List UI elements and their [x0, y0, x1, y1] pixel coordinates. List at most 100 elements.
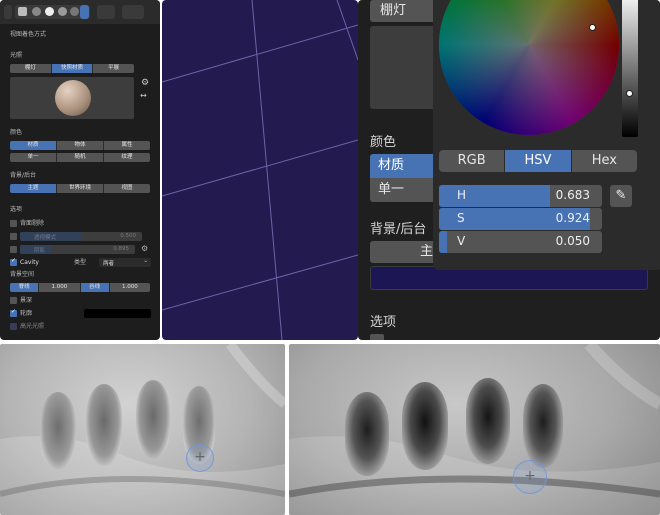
- grid-line: [162, 139, 358, 197]
- outline-label: 轮廓: [20, 310, 33, 317]
- value-label: V: [457, 234, 466, 248]
- color-wheel-cursor[interactable]: [589, 24, 596, 31]
- color-label: 颜色: [10, 129, 23, 136]
- value-slider[interactable]: V 0.050: [439, 231, 602, 253]
- tab-hsv[interactable]: HSV: [505, 150, 572, 172]
- xray-slider[interactable]: 透视模式 0.500: [20, 232, 142, 241]
- shadow-checkbox[interactable]: [10, 246, 17, 253]
- matcap-preview-box[interactable]: [10, 77, 134, 119]
- ridge-label[interactable]: 脊线: [10, 283, 40, 292]
- header-toolbar: [0, 0, 160, 24]
- options-checkbox[interactable]: [370, 334, 384, 340]
- rendered-icon[interactable]: [70, 7, 79, 16]
- saturation-slider[interactable]: S 0.924: [439, 208, 602, 230]
- hue-label: H: [457, 188, 467, 202]
- color-wheel-value-shade: [439, 0, 619, 135]
- xray-slider-value: 0.500: [120, 233, 136, 239]
- color-option-attribute[interactable]: 属性: [104, 141, 150, 150]
- color-option-single[interactable]: 单一: [10, 153, 57, 162]
- surface-ridge: [226, 344, 285, 408]
- sculpt-groove-cavity: [345, 392, 389, 476]
- valley-label[interactable]: 谷线: [80, 283, 110, 292]
- cavity-label: Cavity: [20, 259, 39, 266]
- matcap-sphere: [55, 80, 91, 116]
- color-section-label: 颜色: [370, 135, 397, 150]
- color-option-object[interactable]: 物体: [57, 141, 104, 150]
- cavity-checkbox[interactable]: [10, 257, 17, 266]
- hue-slider[interactable]: H 0.683: [439, 185, 602, 207]
- color-selector-row2: 单一 随机 纹理: [10, 153, 150, 162]
- eyedropper-icon[interactable]: ✎: [610, 185, 632, 207]
- shading-dropdown-button[interactable]: [80, 5, 89, 19]
- options-label: 选项: [10, 206, 23, 213]
- tab-hex[interactable]: Hex: [571, 150, 637, 172]
- color-mode-tabs: RGB HSV Hex: [439, 150, 637, 172]
- cavity-color-label: 背景空间: [10, 271, 35, 278]
- background-option-theme[interactable]: 主题: [10, 184, 57, 193]
- cavity-type-label: 类型: [74, 259, 87, 266]
- flip-arrows-icon[interactable]: ↔: [140, 91, 147, 100]
- viewport-shading-popover: 视图着色方式 光照 棚灯 快照材质 平展 ⚙ ↔ 颜色 材质 物体 属性 单一 …: [0, 0, 160, 340]
- gizmo-button[interactable]: [122, 5, 144, 19]
- saturation-value: 0.924: [555, 211, 590, 225]
- outline-checkbox[interactable]: [10, 308, 17, 317]
- shadow-slider-label: 阴影: [34, 248, 46, 254]
- sculpt-groove-cavity: [466, 378, 510, 464]
- color-selector-row1: 材质 物体 属性: [10, 141, 150, 150]
- gear-icon[interactable]: ⚙: [141, 78, 149, 88]
- saturation-label: S: [457, 211, 465, 225]
- panel-title: 视图着色方式: [10, 31, 47, 38]
- lighting-option-studio[interactable]: 棚灯: [10, 64, 52, 73]
- hue-slider-fill: [439, 185, 551, 207]
- lighting-option-flat[interactable]: 平展: [93, 64, 134, 73]
- value-value: 0.050: [555, 234, 590, 248]
- backface-culling-label: 背面剔除: [20, 220, 45, 227]
- tab-rgb[interactable]: RGB: [439, 150, 506, 172]
- backface-culling-checkbox[interactable]: [10, 220, 17, 227]
- sculpt-groove-cavity: [402, 382, 448, 470]
- depth-of-field-label: 景深: [20, 297, 33, 304]
- solid-mode-icon[interactable]: [32, 7, 41, 16]
- sculpt-render-after: [289, 344, 660, 515]
- color-option-texture[interactable]: 纹理: [104, 153, 150, 162]
- cavity-type-value: 两者: [103, 261, 115, 267]
- wireframe-icon[interactable]: [18, 7, 27, 16]
- xray-checkbox[interactable]: [10, 233, 17, 240]
- solid-active-icon[interactable]: [45, 7, 54, 16]
- background-option-world[interactable]: 世界环境: [57, 184, 104, 193]
- background-label: 背景/后台: [10, 172, 37, 179]
- cavity-type-dropdown[interactable]: 两者 ⌄: [99, 258, 151, 267]
- hue-value: 0.683: [555, 188, 590, 202]
- sculpt-brush-cursor: [513, 460, 547, 494]
- dropdown-arrow-icon[interactable]: [4, 5, 12, 19]
- value-slider-handle[interactable]: [626, 90, 633, 97]
- valley-value[interactable]: 1.000: [109, 283, 150, 292]
- background-selector: 主题 世界环境 视图: [10, 184, 150, 193]
- grid-line: [162, 254, 358, 311]
- color-picker-popup: RGB HSV Hex H 0.683 S 0.924 V 0.050 ✎: [433, 0, 660, 270]
- sculpt-groove: [40, 392, 76, 470]
- grid-line: [162, 24, 358, 83]
- options-section-label: 选项: [370, 315, 397, 330]
- color-wheel[interactable]: [439, 0, 619, 135]
- shadow-settings-gear-icon[interactable]: ⚙: [141, 244, 148, 253]
- value-slider-bar[interactable]: [622, 0, 638, 137]
- ridge-value[interactable]: 1.000: [39, 283, 81, 292]
- color-option-material[interactable]: 材质: [10, 141, 57, 150]
- material-preview-icon[interactable]: [58, 7, 67, 16]
- overlay-button[interactable]: [97, 5, 115, 19]
- shadow-slider[interactable]: 阴影 0.895: [20, 245, 135, 254]
- viewport-3d[interactable]: [162, 0, 358, 340]
- color-option-random[interactable]: 随机: [57, 153, 104, 162]
- specular-label: 高光光照: [20, 323, 45, 330]
- sculpt-groove: [86, 384, 122, 466]
- specular-checkbox[interactable]: [10, 323, 17, 330]
- shadow-slider-value: 0.895: [113, 246, 129, 252]
- background-option-viewport[interactable]: 视图: [104, 184, 150, 193]
- viewport-grid: [162, 0, 358, 340]
- depth-of-field-checkbox[interactable]: [10, 297, 17, 304]
- lighting-option-matcap[interactable]: 快照材质: [51, 64, 94, 73]
- outline-color-swatch[interactable]: [84, 309, 151, 318]
- sculpt-groove-cavity: [523, 384, 563, 468]
- sculpt-brush-cursor: [186, 444, 214, 472]
